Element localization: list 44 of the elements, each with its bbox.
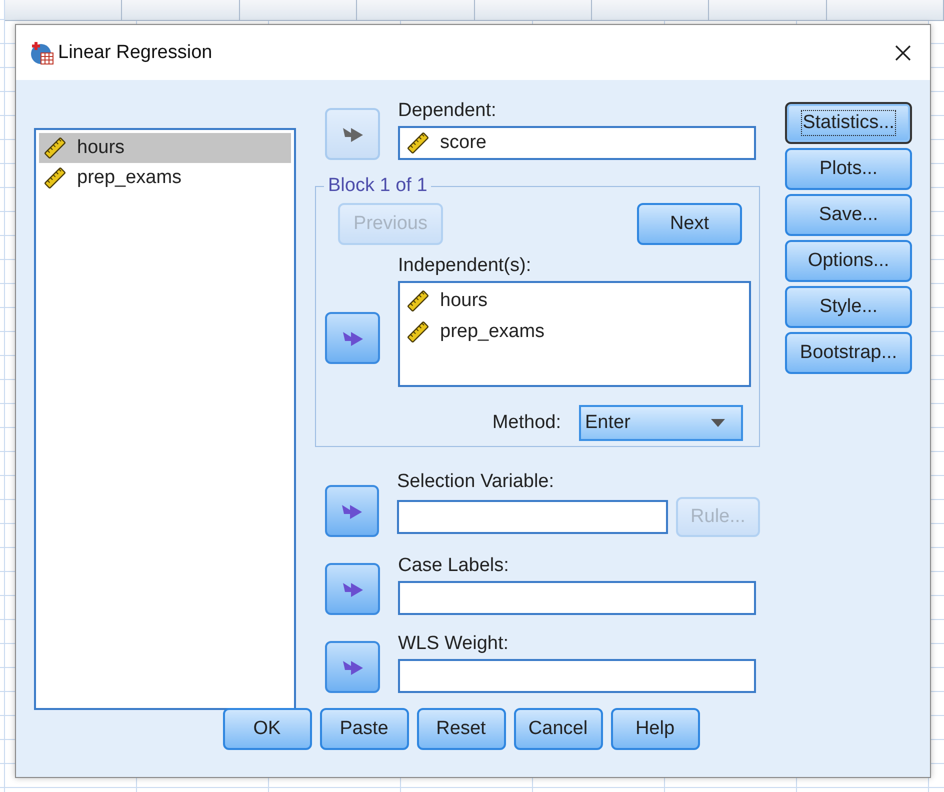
field-label: Selection Variable:	[397, 471, 556, 493]
method-dropdown[interactable]: Enter	[579, 405, 743, 441]
arrow-icon	[342, 125, 364, 143]
arrow-icon	[341, 502, 363, 520]
variable-list[interactable]: hours prep_exams	[34, 128, 296, 710]
dialog-button[interactable]: Save...	[785, 194, 912, 236]
arrow-icon	[342, 329, 364, 347]
variable-item[interactable]: hours	[39, 133, 291, 163]
variable-item[interactable]: score	[404, 128, 486, 158]
input-field[interactable]	[398, 581, 756, 615]
input-field[interactable]	[398, 659, 756, 693]
window-title: Linear Regression	[58, 42, 214, 64]
dialog-button[interactable]: Reset	[416, 708, 506, 750]
field-label: WLS Weight:	[398, 633, 510, 655]
dialog-button[interactable]: OK	[222, 708, 312, 750]
dialog-button[interactable]: Cancel	[514, 708, 602, 750]
variable-list[interactable]: hours prep_exams	[398, 281, 751, 387]
move-button[interactable]	[325, 485, 379, 537]
close-icon[interactable]	[895, 44, 911, 60]
dialog-button[interactable]: Statistics...	[785, 102, 912, 144]
variable-item[interactable]: hours	[404, 285, 745, 316]
group-title: Block 1 of 1	[327, 175, 428, 197]
next-button[interactable]: Next	[637, 203, 742, 245]
dialog-button[interactable]: Bootstrap...	[785, 332, 912, 374]
variable-item[interactable]: prep_exams	[39, 163, 291, 193]
arrow-icon	[342, 580, 364, 598]
variable-item[interactable]: prep_exams	[404, 316, 745, 347]
dialog-button[interactable]: Paste	[320, 708, 408, 750]
field-label: Method:	[492, 412, 561, 434]
field-label: Case Labels:	[398, 555, 510, 577]
dialog-button[interactable]: Style...	[785, 286, 912, 328]
arrow-icon	[342, 658, 364, 676]
caret-icon	[711, 419, 725, 427]
field-label: Dependent:	[398, 100, 498, 122]
dialog-button[interactable]: Options...	[785, 240, 912, 282]
dialog-button[interactable]: Help	[610, 708, 700, 750]
move-button[interactable]	[325, 641, 380, 693]
input-field[interactable]	[397, 500, 668, 534]
field-label: Independent(s):	[398, 255, 532, 277]
move-button[interactable]	[325, 312, 380, 364]
dialog-button[interactable]: Plots...	[785, 148, 912, 190]
input-field[interactable]: score	[398, 126, 756, 160]
app-icon	[29, 40, 55, 66]
move-button[interactable]	[325, 563, 380, 615]
